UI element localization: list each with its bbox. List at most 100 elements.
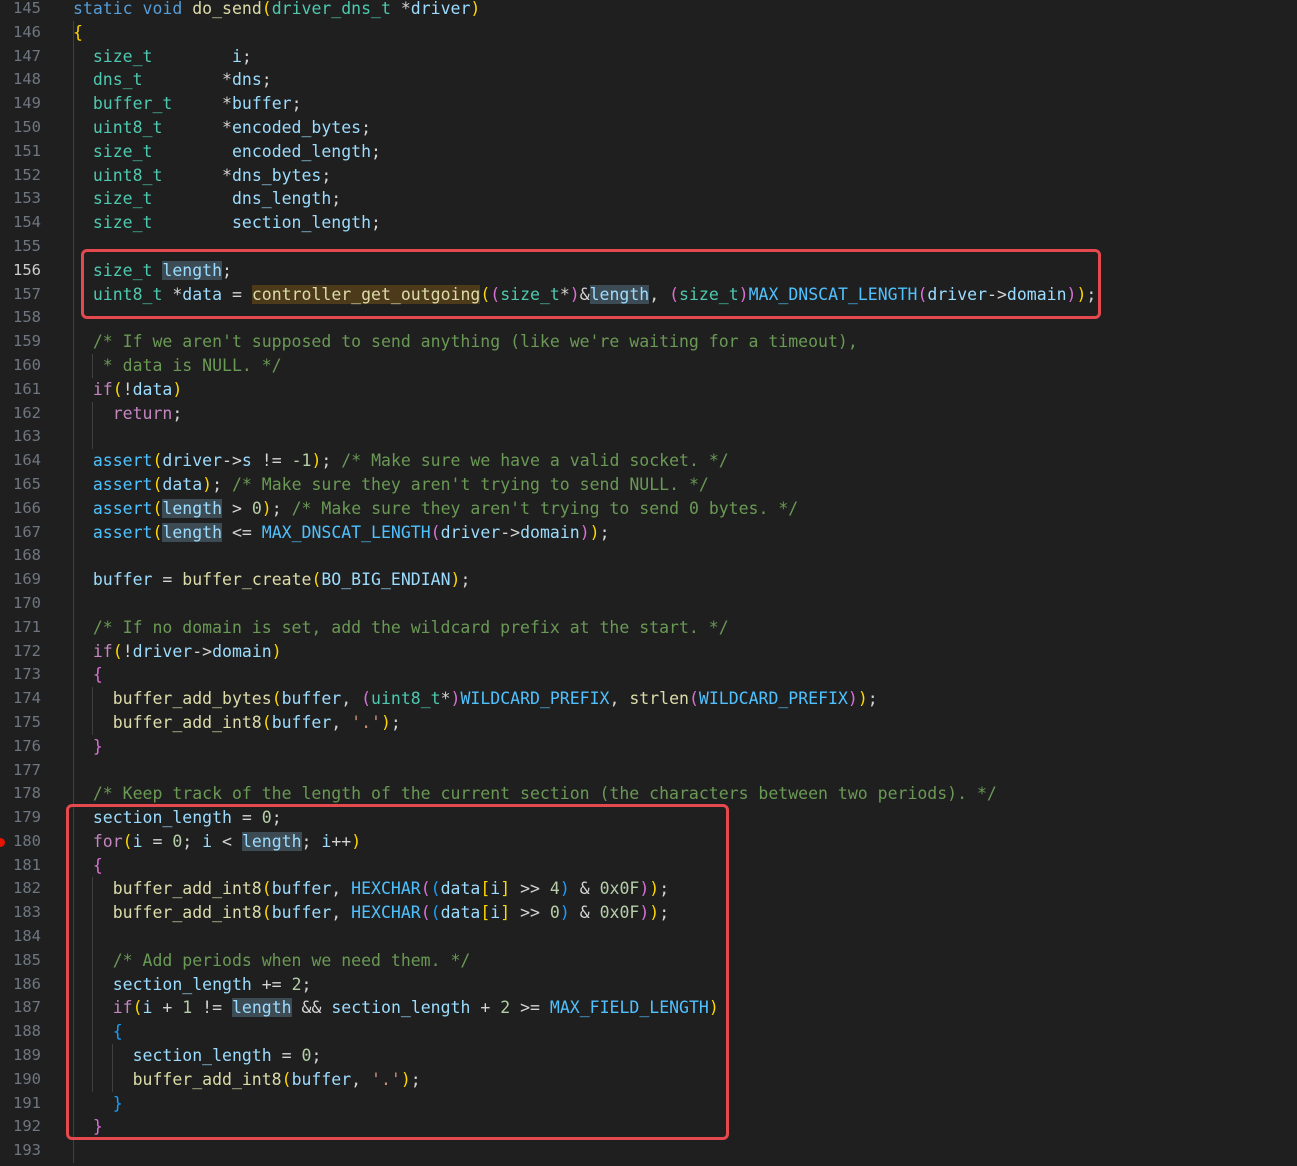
code-line-153[interactable]: 153 size_t dns_length; <box>0 187 1297 212</box>
code-line-162[interactable]: 162 return; <box>0 401 1297 426</box>
code-line-145[interactable]: 145 static void do_send(driver_dns_t *dri… <box>0 0 1297 21</box>
code-text[interactable]: assert(length > 0); /* Make sure they ar… <box>73 497 798 521</box>
code-text[interactable]: assert(length <= MAX_DNSCAT_LENGTH(drive… <box>73 521 610 545</box>
code-line-184[interactable]: 184 <box>0 925 1297 949</box>
code-text[interactable]: size_t encoded_length; <box>73 140 381 164</box>
code-line-168[interactable]: 168 <box>0 544 1297 569</box>
line-number[interactable]: 192 <box>0 1115 41 1139</box>
line-number[interactable]: 188 <box>0 1020 41 1044</box>
code-line-176[interactable]: 176 } <box>0 734 1297 759</box>
code-text[interactable]: return; <box>73 402 183 426</box>
line-number[interactable]: 171 <box>0 616 41 640</box>
code-text[interactable]: { <box>73 1020 123 1044</box>
line-number[interactable]: 179 <box>0 806 41 830</box>
line-number[interactable]: 154 <box>0 211 41 235</box>
line-number[interactable]: 189 <box>0 1044 41 1068</box>
code-line-157[interactable]: 157 uint8_t *data = controller_get_outgo… <box>0 282 1297 307</box>
code-line-182[interactable]: 182 buffer_add_int8(buffer, HEXCHAR((dat… <box>0 877 1297 902</box>
line-number[interactable]: 164 <box>0 449 41 473</box>
line-number[interactable]: 170 <box>0 592 41 616</box>
code-text[interactable]: { <box>73 663 103 687</box>
code-text[interactable]: uint8_t *dns_bytes; <box>73 164 331 188</box>
code-text[interactable]: if(i + 1 != length && section_length + 2… <box>73 996 719 1020</box>
line-number[interactable]: 187 <box>0 996 41 1020</box>
code-text[interactable]: { <box>73 854 103 878</box>
line-number[interactable]: 178 <box>0 782 41 806</box>
line-number[interactable]: 147 <box>0 45 41 69</box>
line-number[interactable]: 193 <box>0 1139 41 1163</box>
line-number[interactable]: 175 <box>0 711 41 735</box>
code-text[interactable]: uint8_t *encoded_bytes; <box>73 116 371 140</box>
line-number[interactable]: 156 <box>0 259 41 283</box>
code-editor[interactable]: 145 static void do_send(driver_dns_t *dri… <box>0 0 1297 1164</box>
code-line-165[interactable]: 165 assert(data); /* Make sure they aren… <box>0 472 1297 497</box>
code-text[interactable]: buffer_t *buffer; <box>73 92 302 116</box>
code-line-178[interactable]: 178 /* Keep track of the length of the c… <box>0 782 1297 807</box>
code-line-152[interactable]: 152 uint8_t *dns_bytes; <box>0 163 1297 188</box>
code-text[interactable]: uint8_t *data = controller_get_outgoing(… <box>73 283 1096 307</box>
line-number[interactable]: 150 <box>0 116 41 140</box>
code-line-187[interactable]: 187 if(i + 1 != length && section_length… <box>0 996 1297 1021</box>
code-text[interactable]: * data is NULL. */ <box>73 354 282 378</box>
line-number[interactable]: 153 <box>0 187 41 211</box>
code-line-186[interactable]: 186 section_length += 2; <box>0 972 1297 997</box>
code-line-149[interactable]: 149 buffer_t *buffer; <box>0 92 1297 116</box>
line-number[interactable]: 186 <box>0 973 41 997</box>
line-number[interactable]: 190 <box>0 1068 41 1092</box>
code-text[interactable]: assert(data); /* Make sure they aren't t… <box>73 473 709 497</box>
code-text[interactable]: buffer_add_bytes(buffer, (uint8_t*)WILDC… <box>73 687 878 711</box>
code-text[interactable]: for(i = 0; i < length; i++) <box>73 830 361 854</box>
code-line-159[interactable]: 159 /* If we aren't supposed to send any… <box>0 330 1297 354</box>
code-text[interactable]: size_t dns_length; <box>73 187 341 211</box>
line-number[interactable]: 184 <box>0 925 41 949</box>
code-text[interactable]: if(!data) <box>73 378 182 402</box>
line-number[interactable]: 158 <box>0 306 41 330</box>
line-number[interactable]: 180 <box>0 830 41 854</box>
code-line-179[interactable]: 179 section_length = 0; <box>0 806 1297 830</box>
code-line-172[interactable]: 172 if(!driver->domain) <box>0 639 1297 664</box>
code-line-191[interactable]: 191 } <box>0 1091 1297 1116</box>
code-line-146[interactable]: 146 { <box>0 20 1297 45</box>
code-text[interactable]: /* If we aren't supposed to send anythin… <box>73 330 858 354</box>
line-number[interactable]: 166 <box>0 497 41 521</box>
code-line-180[interactable]: 180 for(i = 0; i < length; i++) <box>0 829 1297 854</box>
code-line-161[interactable]: 161 if(!data) <box>0 377 1297 402</box>
code-text[interactable]: buffer_add_int8(buffer, '.'); <box>73 711 401 735</box>
code-line-169[interactable]: 169 buffer = buffer_create(BO_BIG_ENDIAN… <box>0 568 1297 592</box>
code-line-188[interactable]: 188 { <box>0 1020 1297 1045</box>
code-text[interactable]: /* If no domain is set, add the wildcard… <box>73 616 729 640</box>
code-text[interactable]: section_length += 2; <box>73 973 312 997</box>
code-line-147[interactable]: 147 size_t i; <box>0 44 1297 69</box>
code-text[interactable]: section_length = 0; <box>73 806 282 830</box>
code-line-148[interactable]: 148 dns_t *dns; <box>0 68 1297 93</box>
code-line-175[interactable]: 175 buffer_add_int8(buffer, '.'); <box>0 710 1297 735</box>
code-text[interactable]: buffer = buffer_create(BO_BIG_ENDIAN); <box>73 568 471 592</box>
line-number[interactable]: 157 <box>0 283 41 307</box>
code-line-173[interactable]: 173 { <box>0 663 1297 688</box>
line-number[interactable]: 161 <box>0 378 41 402</box>
line-number[interactable]: 185 <box>0 949 41 973</box>
code-line-156[interactable]: 156 size_t length; <box>0 258 1297 283</box>
line-number[interactable]: 145 <box>0 0 41 21</box>
code-text[interactable]: section_length = 0; <box>73 1044 322 1068</box>
code-line-177[interactable]: 177 <box>0 758 1297 783</box>
code-text[interactable]: assert(driver->s != -1); /* Make sure we… <box>73 449 729 473</box>
code-line-166[interactable]: 166 assert(length > 0); /* Make sure the… <box>0 496 1297 521</box>
line-number[interactable]: 151 <box>0 140 41 164</box>
code-text[interactable]: /* Keep track of the length of the curre… <box>73 782 997 806</box>
line-number[interactable]: 181 <box>0 854 41 878</box>
code-line-185[interactable]: 185 /* Add periods when we need them. */ <box>0 948 1297 973</box>
code-line-193[interactable]: 193 <box>0 1139 1297 1164</box>
line-number[interactable]: 169 <box>0 568 41 592</box>
line-number[interactable]: 165 <box>0 473 41 497</box>
code-line-154[interactable]: 154 size_t section_length; <box>0 211 1297 235</box>
code-line-160[interactable]: 160 * data is NULL. */ <box>0 353 1297 378</box>
code-line-192[interactable]: 192 } <box>0 1115 1297 1140</box>
code-text[interactable]: buffer_add_int8(buffer, HEXCHAR((data[i]… <box>73 901 669 925</box>
line-number[interactable]: 149 <box>0 92 41 116</box>
code-text[interactable]: size_t section_length; <box>73 211 381 235</box>
code-line-171[interactable]: 171 /* If no domain is set, add the wild… <box>0 615 1297 640</box>
line-number[interactable]: 168 <box>0 544 41 568</box>
line-number[interactable]: 177 <box>0 759 41 783</box>
line-number[interactable]: 172 <box>0 640 41 664</box>
